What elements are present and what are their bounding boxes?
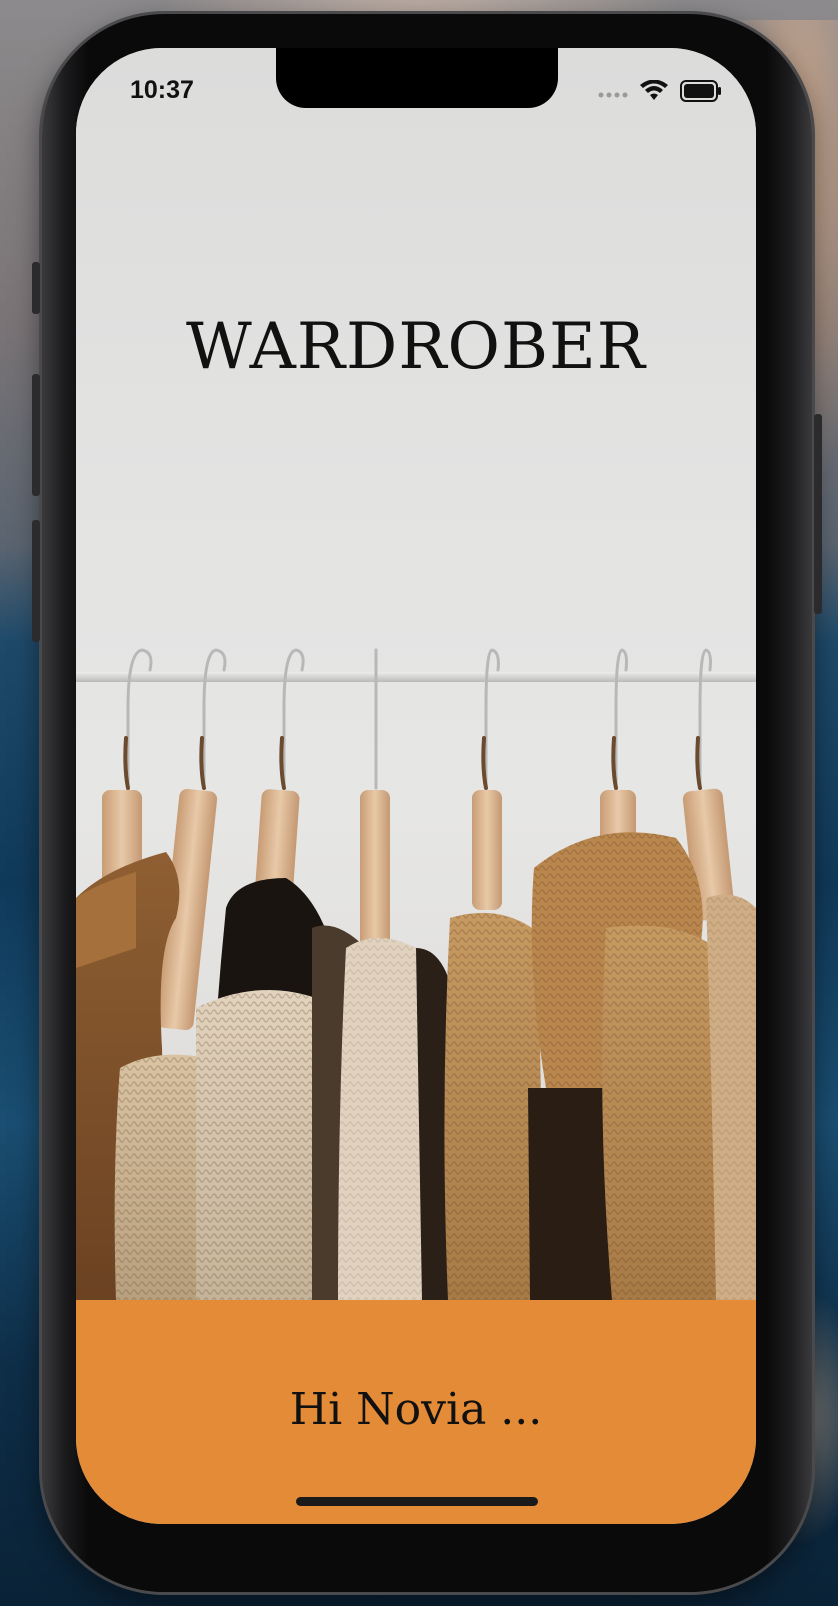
power-button — [814, 414, 822, 614]
volume-up-button — [32, 374, 40, 496]
wifi-icon — [640, 79, 668, 106]
hero-image: WARDROBER — [76, 48, 756, 1300]
greeting-panel: Hi Novia ... — [76, 1300, 756, 1524]
device-notch — [276, 48, 558, 108]
battery-icon — [680, 80, 722, 106]
mute-switch — [32, 262, 40, 314]
cellular-signal-icon — [598, 84, 628, 103]
home-indicator[interactable] — [296, 1497, 538, 1506]
app-screen: WARDROBER 10:37 Hi Novia ... — [76, 48, 756, 1524]
greeting-text: Hi Novia ... — [289, 1384, 543, 1435]
hanging-clothes-image — [76, 648, 756, 1300]
status-time: 10:37 — [130, 76, 194, 104]
status-icons — [598, 79, 722, 106]
volume-down-button — [32, 520, 40, 642]
